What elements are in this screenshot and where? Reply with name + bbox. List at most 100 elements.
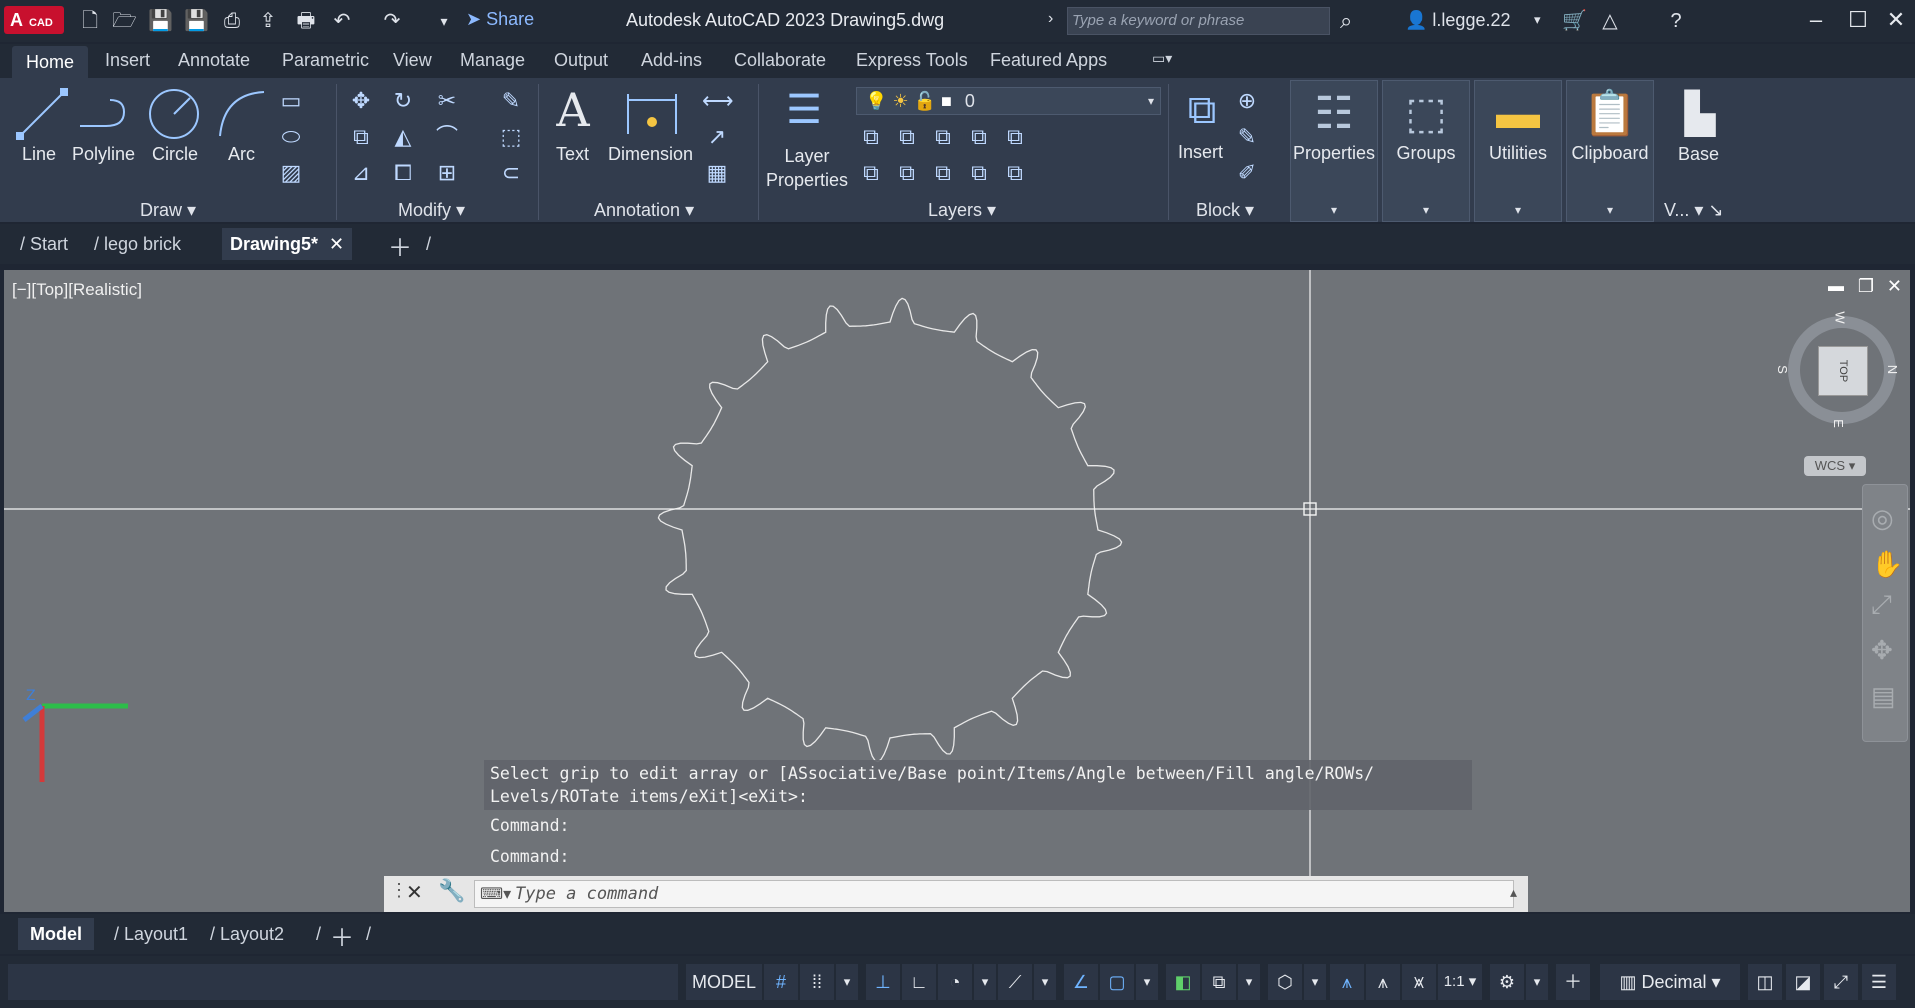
erase-icon[interactable]: ✎ bbox=[496, 86, 526, 116]
customization-menu-icon[interactable]: ☰ bbox=[1862, 964, 1896, 1000]
tab-layout1[interactable]: / Layout1 bbox=[114, 924, 188, 945]
layer-properties-button[interactable]: Layer Properties bbox=[766, 144, 848, 192]
layer-tool-icon[interactable]: ⧉ bbox=[928, 158, 958, 188]
units-dropdown[interactable]: ▥ Decimal ▾ bbox=[1600, 964, 1740, 1000]
compass-east[interactable]: E bbox=[1831, 419, 1846, 428]
layer-tool-icon[interactable]: ⧉ bbox=[1000, 158, 1030, 188]
view-panel-label[interactable]: V... ▾ ↘ bbox=[1664, 200, 1723, 221]
customize-wrench-icon[interactable]: 🔧 bbox=[438, 878, 465, 904]
quick-properties-icon[interactable]: ◫ bbox=[1748, 964, 1782, 1000]
user-account-button[interactable]: 👤 l.legge.22 bbox=[1405, 10, 1511, 31]
selection-cycling-icon[interactable]: ⧉ bbox=[1202, 964, 1236, 1000]
close-icon[interactable]: ✕ bbox=[406, 880, 423, 905]
recent-commands-icon[interactable]: ⌨▾ bbox=[480, 884, 511, 904]
tab-express-tools[interactable]: Express Tools bbox=[856, 50, 968, 71]
cart-icon[interactable]: 🛒 bbox=[1562, 9, 1587, 33]
tab-featured-apps[interactable]: Featured Apps bbox=[990, 50, 1107, 71]
showmotion-icon[interactable]: ▤ bbox=[1871, 681, 1896, 712]
fillet-icon[interactable]: ⌒ bbox=[432, 122, 462, 152]
chevron-up-icon[interactable]: ▴ bbox=[1510, 884, 1517, 901]
chevron-down-icon[interactable]: ▾ bbox=[836, 964, 858, 1000]
move-icon[interactable]: ✥ bbox=[346, 86, 376, 116]
3d-object-snap-icon[interactable]: ⬡ bbox=[1268, 964, 1302, 1000]
help-icon[interactable]: ? bbox=[1664, 9, 1688, 33]
plot-print-icon[interactable]: 🖶 bbox=[294, 9, 318, 33]
base-button[interactable]: Base bbox=[1678, 144, 1719, 165]
wcs-menu[interactable]: WCS ▾ bbox=[1804, 456, 1866, 476]
viewcube-face[interactable]: TOP bbox=[1818, 346, 1868, 396]
draw-panel-label[interactable]: Draw ▾ bbox=[140, 200, 196, 221]
compass-west[interactable]: W bbox=[1833, 311, 1848, 323]
drawing-viewport[interactable]: [−][Top][Realistic] ▬ ❐ ✕ TOP W E S N WC… bbox=[4, 270, 1910, 912]
tab-layout2[interactable]: / Layout2 bbox=[210, 924, 284, 945]
transparency-icon[interactable]: ◧ bbox=[1166, 964, 1200, 1000]
layer-tool-icon[interactable]: ⧉ bbox=[856, 122, 886, 152]
object-snap-tracking-icon[interactable]: ∠ bbox=[1064, 964, 1098, 1000]
workspace-gear-icon[interactable]: ⚙ bbox=[1490, 964, 1524, 1000]
maximize-window-icon[interactable]: ☐ bbox=[1840, 6, 1876, 34]
groups-panel[interactable]: ⬚ Groups ▾ bbox=[1382, 80, 1470, 222]
search-input[interactable]: Type a keyword or phrase bbox=[1067, 7, 1330, 35]
linear-dimension-icon[interactable]: ⟷ bbox=[702, 86, 734, 116]
undo-icon[interactable]: ↶ bbox=[330, 9, 354, 33]
share-button[interactable]: ➤ Share bbox=[466, 9, 534, 30]
chevron-down-icon[interactable]: ▾ bbox=[974, 964, 996, 1000]
edit-block-icon[interactable]: ✎ bbox=[1232, 122, 1262, 152]
tab-output[interactable]: Output bbox=[554, 50, 608, 71]
tab-parametric[interactable]: Parametric bbox=[282, 50, 369, 71]
open-folder-icon[interactable]: 🗁 bbox=[112, 9, 137, 33]
new-tab-icon[interactable]: ＋ bbox=[388, 228, 412, 263]
ribbon-display-toggle-icon[interactable]: ▭▾ bbox=[1152, 50, 1172, 67]
table-icon[interactable]: ▦ bbox=[702, 158, 732, 188]
edit-attributes-icon[interactable]: ✐ bbox=[1232, 158, 1262, 188]
tab-add-ins[interactable]: Add-ins bbox=[641, 50, 702, 71]
annotation-panel-label[interactable]: Annotation ▾ bbox=[594, 200, 694, 221]
clipboard-panel[interactable]: 📋 Clipboard ▾ bbox=[1566, 80, 1654, 222]
layer-tool-icon[interactable]: ⧉ bbox=[1000, 122, 1030, 152]
polar-tracking-icon[interactable]: ◔ bbox=[938, 964, 972, 1000]
layers-panel-label[interactable]: Layers ▾ bbox=[928, 200, 996, 221]
create-block-icon[interactable]: ⊕ bbox=[1232, 86, 1262, 116]
pan-hand-icon[interactable]: ✋ bbox=[1871, 549, 1903, 580]
layer-tool-icon[interactable]: ⧉ bbox=[856, 158, 886, 188]
application-menu-button[interactable]: A CAD bbox=[4, 6, 64, 34]
chevron-right-icon[interactable]: › bbox=[1048, 10, 1053, 28]
save-icon[interactable]: 💾 bbox=[148, 9, 173, 33]
tab-insert[interactable]: Insert bbox=[105, 50, 150, 71]
chevron-down-icon[interactable]: ▾ bbox=[1526, 964, 1548, 1000]
grid-icon[interactable]: # bbox=[764, 964, 798, 1000]
layer-tool-icon[interactable]: ⧉ bbox=[928, 122, 958, 152]
annotation-scale-icon[interactable]: ⩙ bbox=[1402, 964, 1436, 1000]
open-from-web-icon[interactable]: ⎙ bbox=[220, 9, 244, 33]
chevron-down-icon[interactable]: ▾ bbox=[1136, 964, 1158, 1000]
ellipse-icon[interactable]: ⬭ bbox=[276, 122, 306, 152]
close-window-icon[interactable]: ✕ bbox=[1878, 6, 1914, 34]
dimension-button[interactable]: Dimension bbox=[608, 144, 693, 165]
copy-icon[interactable]: ⧉ bbox=[346, 122, 376, 152]
leader-icon[interactable]: ↗ bbox=[702, 122, 732, 152]
layer-dropdown[interactable]: 💡 ☀ 🔓 ■ 0 ▾ bbox=[856, 87, 1161, 115]
graphics-performance-icon[interactable]: ◪ bbox=[1786, 964, 1820, 1000]
scale-icon[interactable]: ⧠ bbox=[388, 158, 418, 188]
save-to-web-icon[interactable]: ⇪ bbox=[256, 9, 280, 33]
compass-south[interactable]: S bbox=[1775, 365, 1790, 374]
orbit-icon[interactable]: ✥ bbox=[1871, 635, 1893, 666]
tab-home[interactable]: Home bbox=[12, 46, 89, 78]
stretch-icon[interactable]: ⊿ bbox=[346, 158, 376, 188]
object-snap-icon[interactable]: ▢ bbox=[1100, 964, 1134, 1000]
layer-tool-icon[interactable]: ⧉ bbox=[964, 158, 994, 188]
polyline-button[interactable]: Polyline bbox=[72, 144, 135, 165]
offset-icon[interactable]: ⊂ bbox=[496, 158, 526, 188]
new-file-icon[interactable]: 🗋 bbox=[78, 9, 102, 33]
arc-button[interactable]: Arc bbox=[228, 144, 255, 165]
layer-tool-icon[interactable]: ⧉ bbox=[964, 122, 994, 152]
annotation-visibility-icon[interactable]: ⩚ bbox=[1330, 964, 1364, 1000]
tab-collaborate[interactable]: Collaborate bbox=[734, 50, 826, 71]
trim-icon[interactable]: ✂ bbox=[432, 86, 462, 116]
command-input[interactable]: Type a command bbox=[474, 880, 1514, 908]
tab-annotate[interactable]: Annotate bbox=[178, 50, 250, 71]
chevron-down-icon[interactable]: ▾ bbox=[1304, 964, 1326, 1000]
layer-tool-icon[interactable]: ⧉ bbox=[892, 158, 922, 188]
annotation-monitor-icon[interactable]: ＋ bbox=[1556, 964, 1590, 1000]
zoom-extents-icon[interactable]: ⤢ bbox=[1871, 589, 1892, 621]
